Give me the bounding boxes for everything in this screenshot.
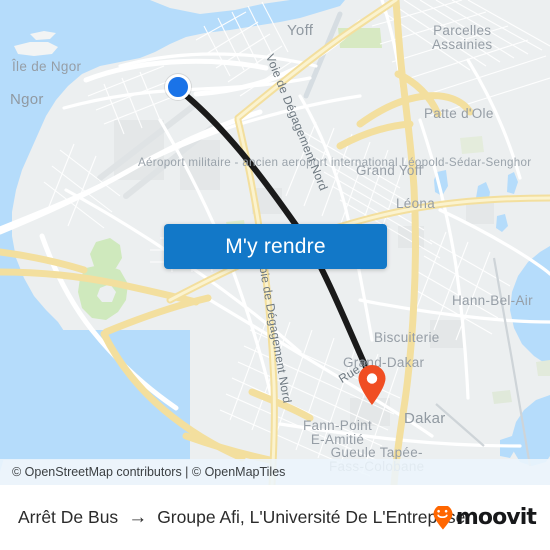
arrow-right-icon: →	[128, 507, 148, 528]
park-small-3	[492, 390, 512, 404]
origin-marker[interactable]	[165, 74, 191, 100]
trip-summary: Arrêt De Bus → Groupe Afi, L'Université …	[18, 507, 465, 528]
park-small-2	[460, 136, 484, 154]
moovit-wordmark: moovit	[455, 504, 537, 530]
trip-origin-label: Arrêt De Bus	[18, 507, 119, 527]
attribution-text[interactable]: © OpenStreetMap contributors | © OpenMap…	[12, 465, 285, 479]
destination-marker[interactable]	[357, 364, 387, 406]
map-canvas[interactable]: Île de Ngor Ngor Yoff Parcelles Assainie…	[0, 0, 550, 485]
go-there-button[interactable]: M'y rendre	[164, 224, 387, 269]
trip-destination-label: Groupe Afi, L'Université De L'Entreprise	[157, 507, 466, 527]
moovit-trip-map-screen: Île de Ngor Ngor Yoff Parcelles Assainie…	[0, 0, 550, 550]
park-small-4	[536, 360, 550, 376]
moovit-pin-icon	[433, 505, 453, 529]
destination-pin-icon	[358, 365, 386, 405]
trip-bottom-bar: Arrêt De Bus → Groupe Afi, L'Université …	[0, 485, 550, 550]
moovit-logo[interactable]: moovit	[432, 504, 537, 530]
map-attribution-bar: © OpenStreetMap contributors | © OpenMap…	[0, 459, 550, 485]
